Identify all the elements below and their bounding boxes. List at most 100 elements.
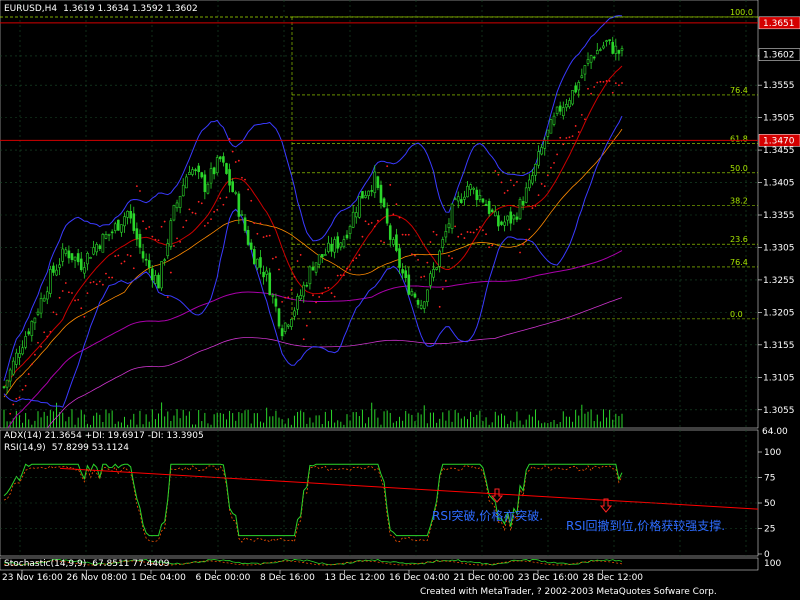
- sar-dot: [129, 255, 132, 257]
- candle-body: [487, 200, 491, 214]
- candle-body: [435, 267, 438, 270]
- candle-body: [76, 253, 80, 263]
- candle-body: [185, 176, 188, 189]
- candle-body: [268, 272, 272, 296]
- candle-body: [169, 220, 173, 247]
- sar-dot: [55, 313, 58, 316]
- sar-dot: [457, 235, 460, 238]
- candle-body: [172, 205, 176, 221]
- candle-body: [419, 304, 423, 309]
- sar-dot: [18, 396, 21, 399]
- sar-dot: [309, 311, 311, 314]
- sar-dot: [343, 274, 345, 277]
- sar-dot: [463, 237, 466, 239]
- candle-body: [345, 234, 349, 239]
- sar-dot: [534, 205, 537, 207]
- bollinger-upper: [3, 15, 623, 381]
- sar-dot: [346, 267, 348, 270]
- sar-dot: [30, 363, 33, 366]
- sar-dot: [618, 84, 620, 87]
- candle-body: [429, 273, 432, 286]
- candle-body: [296, 296, 299, 310]
- ma-line: [7, 250, 623, 428]
- candle-body: [370, 190, 374, 192]
- fib-level-label: 38.2: [730, 196, 748, 205]
- candle-body: [605, 40, 608, 42]
- price-axis: 1.36001.35551.35051.34551.34051.33551.33…: [758, 16, 800, 569]
- rsi-title: RSI(14,9) 57.8299 53.1124: [4, 443, 129, 453]
- sar-dot: [448, 254, 450, 257]
- candle-body: [614, 45, 618, 54]
- candle-body: [527, 179, 531, 189]
- sar-dot: [40, 345, 42, 348]
- candle-body: [531, 175, 534, 184]
- candle-body: [484, 204, 488, 206]
- sar-dot: [299, 254, 302, 256]
- candle-body: [444, 231, 448, 238]
- candle-body: [209, 168, 213, 184]
- candle-body: [463, 196, 466, 200]
- candle-body: [262, 271, 265, 278]
- candle-body: [348, 226, 352, 234]
- sar-dot: [191, 211, 194, 214]
- sar-dot: [590, 92, 592, 95]
- candle-body: [534, 163, 537, 176]
- fibonacci-levels: 100.0 76.4 61.8 50.0 38.2 23.6 76.4 0.0: [291, 8, 758, 320]
- candle-body: [138, 233, 142, 248]
- sar-dot: [460, 233, 463, 236]
- sar-dot: [281, 301, 283, 303]
- sar-dot: [160, 225, 163, 228]
- sar-dot: [333, 295, 336, 298]
- rsi-line: [3, 463, 623, 537]
- fib-level-label: 76.4: [730, 86, 748, 95]
- candle-body: [308, 266, 312, 285]
- candle-body: [123, 216, 126, 227]
- sar-dot: [210, 218, 212, 220]
- candle-body: [18, 353, 21, 358]
- sar-dot: [117, 254, 120, 257]
- sar-dot: [86, 292, 89, 295]
- sar-dot: [602, 80, 605, 83]
- price-tag-label: 1.3602: [763, 51, 795, 61]
- candle-body: [147, 260, 151, 268]
- candle-body: [361, 191, 364, 199]
- candle-body: [305, 284, 309, 287]
- candle-body: [290, 319, 293, 327]
- sar-dot: [475, 228, 478, 231]
- candle-body: [107, 233, 111, 236]
- candle-body: [110, 231, 114, 234]
- sar-dot: [482, 229, 484, 232]
- price-tick-label: 1.3055: [763, 406, 795, 416]
- sar-dot: [83, 315, 86, 318]
- candle-body: [555, 106, 559, 114]
- candle-body: [592, 56, 596, 59]
- candle-body: [327, 242, 330, 252]
- sar-dot: [105, 272, 107, 275]
- sar-dot: [34, 353, 36, 356]
- sar-dot: [21, 388, 24, 391]
- time-tick-label: 8 Dec 16:00: [260, 573, 315, 583]
- stochastic-tick-label: 100: [764, 559, 781, 569]
- time-tick-label: 28 Dec 12:00: [583, 573, 644, 583]
- candle-body: [494, 211, 497, 217]
- sar-dot: [148, 226, 151, 228]
- candle-body: [200, 172, 204, 178]
- candle-body: [413, 293, 417, 298]
- sar-dot: [506, 189, 509, 192]
- candle-body: [160, 261, 163, 289]
- sar-dot: [330, 292, 333, 294]
- candle-body: [351, 211, 355, 228]
- sar-dot: [237, 159, 240, 162]
- candle-body: [61, 248, 65, 262]
- sar-dot: [519, 251, 521, 254]
- sar-dot: [256, 232, 259, 235]
- sar-dot: [139, 190, 141, 192]
- sar-dot: [324, 287, 327, 289]
- sar-dot: [284, 296, 287, 299]
- candle-body: [466, 185, 469, 198]
- sar-dot: [74, 299, 76, 302]
- candle-body: [36, 311, 40, 315]
- rsi-tick-label: 25: [764, 525, 775, 535]
- fib-level-label: 76.4: [730, 258, 748, 267]
- candle-body: [472, 187, 475, 190]
